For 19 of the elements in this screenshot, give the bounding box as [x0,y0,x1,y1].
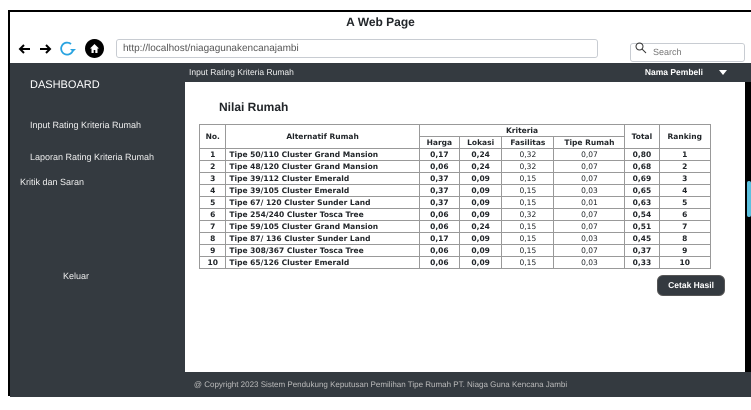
reload-icon[interactable] [60,41,77,56]
window-title: A Web Page [345,14,416,31]
logout-link[interactable]: Keluar [63,270,90,283]
search-field[interactable]: Search [630,42,745,62]
sidebar-brand: DASHBOARD [29,78,101,93]
print-button[interactable]: Cetak Hasil [657,275,725,296]
panel-heading: Nilai Rumah [219,99,290,116]
address-bar[interactable]: http://localhost/niagagunakencanajambi [116,39,598,58]
sidebar-link[interactable]: Laporan Rating Kriteria Rumah [30,150,154,164]
sidebar-link[interactable]: Input Rating Kriteria Rumah [30,119,142,132]
back-icon[interactable] [18,44,31,54]
scrollbar[interactable] [745,82,751,372]
caret-icon[interactable] [719,70,727,75]
home-icon[interactable] [85,39,104,58]
breadcrumb: Input Rating Kriteria Rumah [189,66,294,79]
user-menu[interactable]: Nama Pembeli [644,66,703,79]
footer-text: @ Copyright 2023 Sistem Pendukung Keputusan Pemilihan Tipe Rumah PT. Niaga Guna Kencana Jambi [192,379,568,391]
forward-icon[interactable] [39,44,52,54]
sidebar-link[interactable]: Kritik dan Saran [20,176,84,190]
